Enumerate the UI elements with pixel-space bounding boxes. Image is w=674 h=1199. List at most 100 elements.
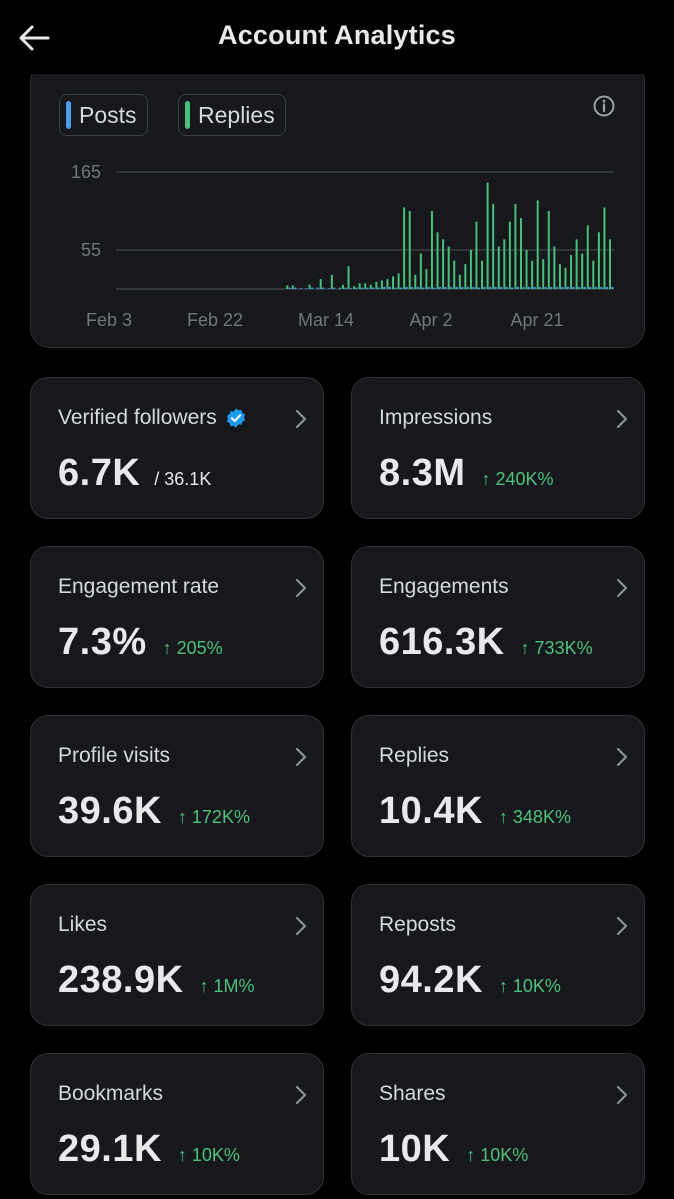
replies-bar	[319, 279, 322, 289]
posts-bar	[316, 287, 319, 289]
posts-bar	[327, 288, 330, 289]
posts-bar	[333, 287, 336, 289]
stat-value-row: 10.4K ↑ 348K%	[379, 790, 571, 833]
stat-value: 39.6K	[58, 790, 162, 832]
stat-card-profile-visits[interactable]: Profile visits 39.6K ↑ 172K%	[30, 715, 324, 857]
stat-total: / 36.1K	[154, 469, 212, 489]
posts-bar	[394, 287, 397, 289]
replies-bar	[525, 250, 528, 289]
posts-bar	[516, 286, 519, 289]
stat-label: Engagement rate	[58, 575, 219, 599]
replies-bar	[458, 274, 461, 289]
stat-card-engagement-rate[interactable]: Engagement rate 7.3% ↑ 205%	[30, 546, 324, 688]
posts-bar	[483, 286, 486, 289]
stat-card-shares[interactable]: Shares 10K ↑ 10K%	[351, 1053, 645, 1195]
posts-bar	[489, 286, 492, 289]
stat-card-engagements[interactable]: Engagements 616.3K ↑ 733K%	[351, 546, 645, 688]
stat-change: ↑ 10K%	[177, 1145, 240, 1165]
posts-bar	[466, 286, 469, 289]
stat-card-impressions[interactable]: Impressions 8.3M ↑ 240K%	[351, 377, 645, 519]
stat-label-text: Reposts	[379, 913, 457, 936]
posts-bar	[405, 286, 408, 289]
replies-bar	[547, 211, 550, 289]
replies-bar	[486, 182, 489, 289]
legend-replies-toggle[interactable]: Replies	[178, 94, 286, 136]
stat-change: ↑ 205%	[162, 638, 223, 658]
replies-bar	[341, 284, 344, 289]
replies-bar	[447, 246, 450, 289]
posts-bar	[299, 288, 302, 289]
verified-badge-icon	[226, 408, 245, 428]
replies-bar	[503, 239, 506, 289]
stat-label: Profile visits	[58, 744, 170, 768]
x-tick-label: Mar 14	[298, 310, 354, 330]
stat-value-row: 29.1K ↑ 10K%	[58, 1128, 240, 1171]
replies-bar	[330, 274, 333, 289]
stat-label-text: Verified followers	[58, 406, 217, 429]
posts-bar	[572, 286, 575, 289]
y-tick-label: 165	[71, 162, 101, 182]
posts-bar	[294, 287, 297, 289]
legend-replies-label: Replies	[198, 101, 275, 128]
posts-bar	[578, 286, 581, 289]
stat-card-reposts[interactable]: Reposts 94.2K ↑ 10K%	[351, 884, 645, 1026]
replies-bar	[358, 283, 361, 289]
posts-bar	[455, 286, 458, 289]
posts-bar	[344, 287, 347, 289]
replies-bar	[558, 264, 561, 289]
page-title: Account Analytics	[218, 20, 456, 50]
chevron-right-icon	[616, 916, 628, 936]
posts-bar	[372, 287, 375, 289]
posts-bar	[400, 287, 403, 289]
posts-bar	[411, 286, 414, 289]
stat-card-replies[interactable]: Replies 10.4K ↑ 348K%	[351, 715, 645, 857]
replies-bar	[425, 269, 428, 289]
replies-bar	[364, 283, 367, 289]
chevron-right-icon	[295, 916, 307, 936]
info-icon[interactable]	[592, 94, 616, 118]
stat-value: 6.7K	[58, 452, 141, 494]
stat-card-bookmarks[interactable]: Bookmarks 29.1K ↑ 10K%	[30, 1053, 324, 1195]
replies-bar	[514, 203, 517, 289]
posts-bar	[377, 287, 380, 289]
legend-posts-label: Posts	[79, 101, 137, 128]
posts-bar	[361, 287, 364, 289]
replies-bar	[542, 259, 545, 289]
replies-bar	[564, 267, 567, 289]
replies-bar	[403, 207, 406, 289]
replies-bar	[464, 264, 467, 289]
stat-value: 7.3%	[58, 621, 147, 663]
stat-value-row: 6.7K / 36.1K	[58, 452, 211, 495]
replies-bar	[586, 225, 589, 289]
stat-label-text: Shares	[379, 1082, 446, 1105]
posts-bar	[533, 286, 536, 289]
replies-bar	[442, 239, 445, 289]
replies-bar	[469, 250, 472, 289]
stat-value: 10.4K	[379, 790, 483, 832]
posts-swatch	[66, 101, 71, 129]
posts-bar	[544, 286, 547, 289]
replies-bar	[475, 221, 478, 289]
replies-bar	[308, 284, 311, 289]
x-tick-label: Apr 2	[409, 310, 452, 330]
chevron-right-icon	[616, 578, 628, 598]
stat-label-text: Replies	[379, 744, 450, 767]
stat-value-row: 8.3M ↑ 240K%	[379, 452, 554, 495]
stat-card-verified-followers[interactable]: Verified followers 6.7K / 36.1K	[30, 377, 324, 519]
replies-bar	[481, 260, 484, 289]
stat-card-likes[interactable]: Likes 238.9K ↑ 1M%	[30, 884, 324, 1026]
legend-posts-toggle[interactable]: Posts	[59, 94, 148, 136]
posts-bar	[505, 286, 508, 289]
chevron-right-icon	[616, 409, 628, 429]
stat-change: ↑ 348K%	[498, 807, 571, 827]
posts-bar	[433, 287, 436, 289]
posts-bar	[444, 286, 447, 289]
chevron-right-icon	[295, 409, 307, 429]
posts-bar	[305, 288, 308, 289]
x-tick-label: Feb 22	[187, 310, 243, 330]
posts-bar	[461, 286, 464, 289]
replies-bar	[519, 218, 522, 289]
posts-bar	[288, 287, 291, 289]
stat-change: ↑ 172K%	[177, 807, 250, 827]
posts-bar	[416, 286, 419, 289]
